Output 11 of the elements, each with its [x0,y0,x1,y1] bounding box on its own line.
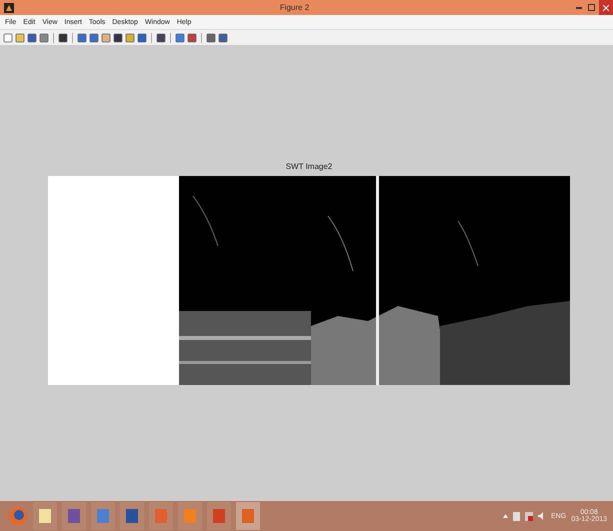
minimize-icon [576,6,582,8]
maximize-button[interactable] [587,2,595,14]
close-button[interactable] [599,0,613,15]
close-icon [603,4,609,10]
taskbar-button[interactable] [120,502,144,530]
maximize-icon [588,4,594,11]
figure-title: SWT Image2 [286,162,332,171]
app-icon [4,2,14,12]
window-title: Figure 2 [278,3,310,12]
up-arrow-icon[interactable] [503,514,508,518]
taskbar-button[interactable] [33,502,57,530]
